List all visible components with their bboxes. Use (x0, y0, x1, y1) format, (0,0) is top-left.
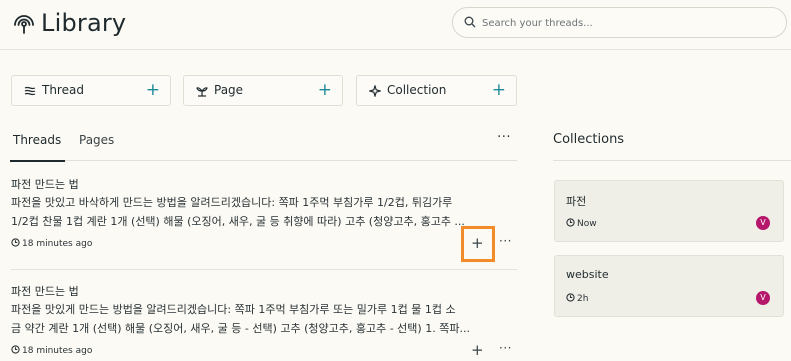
thread-time: 18 minutes ago (11, 345, 92, 356)
divider (11, 269, 517, 270)
collection-name: website (566, 268, 609, 281)
new-page-button[interactable]: Page + (183, 75, 343, 106)
search-input[interactable] (482, 13, 772, 33)
snippet-line: 파전을 맛있고 바삭하게 만드는 방법을 알려드리겠습니다: 쪽파 1주먹 부침… (11, 196, 453, 209)
time-text: 18 minutes ago (22, 239, 93, 249)
add-to-collection-button[interactable]: + (471, 343, 484, 358)
tab-pages[interactable]: Pages (79, 133, 114, 147)
thread-title[interactable]: 파전 만드는 법 (11, 283, 79, 299)
snippet-line: 금 약간 계란 1개 (선택) 해물 (오징어, 새우, 굴 등 - 선택) 고… (11, 322, 470, 335)
divider (553, 160, 791, 161)
collections-title: Collections (553, 132, 625, 147)
sparkle-icon (369, 85, 381, 97)
plus-icon: + (491, 80, 506, 100)
thread-time: 18 minutes ago (11, 238, 92, 249)
time-text: 18 minutes ago (22, 346, 93, 356)
new-collection-button[interactable]: Collection + (356, 75, 517, 106)
collection-card[interactable]: 파전 Now V (554, 180, 784, 242)
collection-label: Collection (387, 83, 447, 97)
focus-highlight (461, 226, 495, 262)
sprout-icon (196, 87, 208, 97)
snippet-line: 1/2컵 찬물 1컵 계란 1개 (선택) 해물 (오징어, 새우, 굴 등 취… (11, 215, 465, 228)
thread-snippet: 파전을 맛있고 바삭하게 만드는 방법을 알려드리겠습니다: 쪽파 1주먹 부침… (11, 193, 517, 231)
header: Library (0, 0, 791, 50)
clock-icon (11, 345, 20, 354)
clock-icon (566, 293, 575, 302)
more-options-icon[interactable]: ··· (497, 130, 511, 145)
thread-item[interactable]: 파전 만드는 법 파전을 맛있고 바삭하게 만드는 방법을 알려드리겠습니다: … (11, 176, 517, 256)
page-title: Library (41, 9, 127, 37)
time-text: 2h (577, 294, 589, 304)
thread-snippet: 파전을 맛있게 만드는 방법을 알려드리겠습니다: 쪽파 1주먹 부침가루 또는… (11, 300, 517, 338)
time-text: Now (577, 219, 597, 229)
search-box[interactable] (452, 7, 787, 38)
snippet-line: 파전을 맛있게 만드는 방법을 알려드리겠습니다: 쪽파 1주먹 부침가루 또는… (11, 303, 456, 316)
library-logo-icon (14, 15, 34, 34)
collection-time: 2h (566, 293, 588, 304)
avatar[interactable]: V (756, 291, 770, 305)
clock-icon (11, 238, 20, 247)
new-thread-button[interactable]: Thread + (11, 75, 171, 106)
thread-label: Thread (42, 83, 84, 97)
search-icon (464, 16, 476, 28)
avatar[interactable]: V (756, 216, 770, 230)
tab-bar: Threads Pages ··· (9, 124, 517, 162)
thread-more-options-icon[interactable]: ··· (499, 341, 512, 355)
clock-icon (566, 218, 575, 227)
thread-more-options-icon[interactable]: ··· (499, 234, 512, 248)
plus-icon: + (317, 80, 332, 100)
waves-icon (24, 86, 36, 96)
page-label: Page (214, 83, 244, 97)
collection-time: Now (566, 218, 597, 229)
plus-icon: + (145, 80, 160, 100)
tab-threads[interactable]: Threads (9, 133, 66, 162)
thread-title[interactable]: 파전 만드는 법 (11, 176, 79, 192)
collection-card[interactable]: website 2h V (554, 255, 784, 317)
thread-item[interactable]: 파전 만드는 법 파전을 맛있게 만드는 방법을 알려드리겠습니다: 쪽파 1주… (11, 283, 517, 361)
collection-name: 파전 (566, 195, 587, 208)
